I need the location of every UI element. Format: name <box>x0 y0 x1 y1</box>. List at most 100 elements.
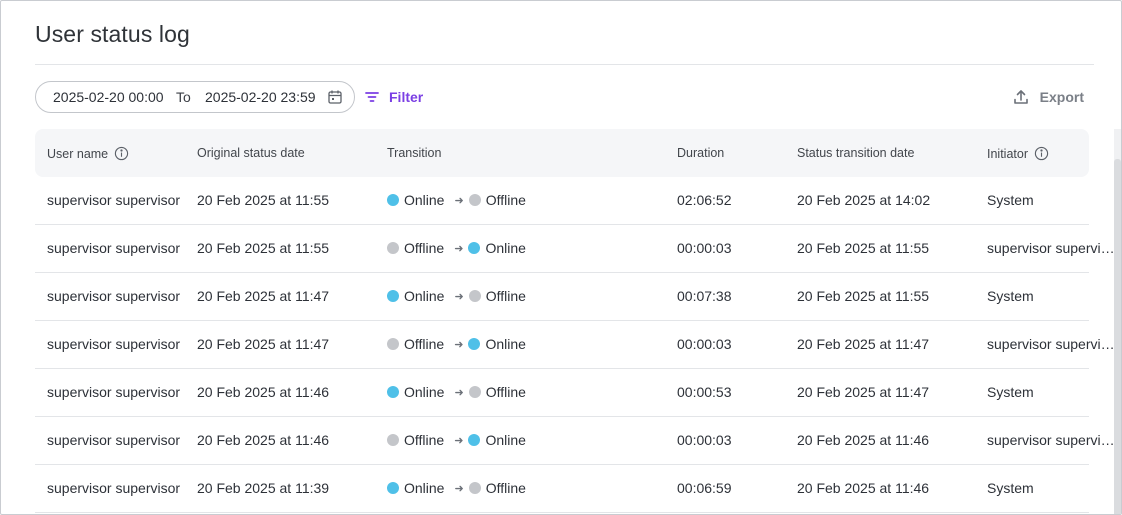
transition-from: Offline <box>404 240 445 256</box>
transition-from: Online <box>404 384 445 400</box>
status-log-table: User name Original status date Transitio… <box>35 129 1115 513</box>
cell-transition: Offline ➜ Online <box>387 240 647 256</box>
info-icon[interactable] <box>1034 146 1049 161</box>
transition-to: Offline <box>485 288 526 304</box>
cell-user-name: supervisor supervisor <box>47 384 181 400</box>
cell-duration: 00:00:03 <box>677 432 732 448</box>
cell-initiator: supervisor supervisor <box>987 336 1115 352</box>
cell-original-status-date: 20 Feb 2025 at 11:46 <box>197 384 330 400</box>
cell-transition: Offline ➜ Online <box>387 336 647 352</box>
filter-label: Filter <box>389 89 424 105</box>
status-dot-icon <box>468 194 481 206</box>
table-body: supervisor supervisor 20 Feb 2025 at 11:5… <box>35 177 1115 513</box>
cell-original-status-date: 20 Feb 2025 at 11:47 <box>197 288 330 304</box>
arrow-right-icon: ➜ <box>454 482 464 495</box>
transition-to: Offline <box>485 480 526 496</box>
upload-icon <box>1013 90 1028 104</box>
cell-original-status-date: 20 Feb 2025 at 11:47 <box>197 336 330 352</box>
transition-from: Offline <box>404 336 445 352</box>
cell-user-name: supervisor supervisor <box>47 336 181 352</box>
date-to-value[interactable]: 2025-02-20 23:59 <box>205 89 316 105</box>
vertical-scrollbar[interactable] <box>1114 129 1121 514</box>
table-row[interactable]: supervisor supervisor 20 Feb 2025 at 11:4… <box>35 369 1089 417</box>
cell-original-status-date: 20 Feb 2025 at 11:55 <box>197 192 330 208</box>
scrollbar-thumb[interactable] <box>1114 159 1121 514</box>
status-dot-icon <box>468 290 481 302</box>
cell-transition: Online ➜ Offline <box>387 480 647 496</box>
cell-original-status-date: 20 Feb 2025 at 11:55 <box>197 240 330 256</box>
header-duration: Duration <box>677 146 725 160</box>
transition-to: Online <box>485 336 526 352</box>
transition-to: Online <box>485 432 526 448</box>
arrow-right-icon: ➜ <box>454 194 464 207</box>
cell-user-name: supervisor supervisor <box>47 432 181 448</box>
status-dot-icon <box>387 194 399 206</box>
date-range-picker[interactable]: 2025-02-20 00:00 To 2025-02-20 23:59 <box>35 81 355 113</box>
calendar-icon[interactable] <box>327 89 343 105</box>
transition-to: Online <box>485 240 526 256</box>
transition-from: Online <box>404 288 445 304</box>
header-user-name-label: User name <box>47 146 109 161</box>
transition-from: Offline <box>404 432 445 448</box>
cell-status-transition-date: 20 Feb 2025 at 11:47 <box>797 336 930 352</box>
status-dot-icon <box>387 482 399 494</box>
status-dot-icon <box>387 386 399 398</box>
cell-original-status-date: 20 Feb 2025 at 11:46 <box>197 432 330 448</box>
transition-from: Online <box>404 480 445 496</box>
header-original-status-date: Original status date <box>197 146 305 160</box>
table-row[interactable]: supervisor supervisor 20 Feb 2025 at 11:4… <box>35 321 1115 369</box>
filter-button[interactable]: Filter <box>363 86 423 108</box>
cell-initiator: System <box>987 480 1034 496</box>
cell-user-name: supervisor supervisor <box>47 240 181 256</box>
cell-duration: 00:00:03 <box>677 240 732 256</box>
cell-transition: Online ➜ Offline <box>387 384 647 400</box>
header-initiator-label: Initiator <box>987 146 1028 161</box>
header-initiator: Initiator <box>987 146 1049 161</box>
transition-to: Offline <box>485 384 526 400</box>
status-dot-icon <box>387 290 399 302</box>
export-button[interactable]: Export <box>1012 86 1084 108</box>
cell-transition: Online ➜ Offline <box>387 192 647 208</box>
table-row[interactable]: supervisor supervisor 20 Feb 2025 at 11:4… <box>35 273 1089 321</box>
status-dot-icon <box>468 338 481 350</box>
title-divider <box>35 64 1094 65</box>
cell-initiator: System <box>987 192 1034 208</box>
cell-transition: Online ➜ Offline <box>387 288 647 304</box>
table-row[interactable]: supervisor supervisor 20 Feb 2025 at 11:5… <box>35 225 1115 273</box>
status-dot-icon <box>387 434 399 446</box>
table-header: User name Original status date Transitio… <box>35 129 1089 177</box>
arrow-right-icon: ➜ <box>454 242 464 255</box>
date-from-value[interactable]: 2025-02-20 00:00 <box>53 89 164 105</box>
user-status-log-panel: User status log 2025-02-20 00:00 To 2025… <box>0 0 1122 515</box>
cell-duration: 00:06:59 <box>677 480 732 496</box>
cell-initiator: supervisor supervisor <box>987 240 1115 256</box>
table-row[interactable]: supervisor supervisor 20 Feb 2025 at 11:5… <box>35 177 1089 225</box>
cell-duration: 00:07:38 <box>677 288 732 304</box>
cell-status-transition-date: 20 Feb 2025 at 11:55 <box>797 288 930 304</box>
cell-duration: 00:00:53 <box>677 384 732 400</box>
header-transition: Transition <box>387 146 442 160</box>
cell-status-transition-date: 20 Feb 2025 at 14:02 <box>797 192 931 208</box>
cell-duration: 02:06:52 <box>677 192 732 208</box>
cell-duration: 00:00:03 <box>677 336 732 352</box>
status-dot-icon <box>468 482 481 494</box>
filter-icon <box>365 92 379 102</box>
cell-status-transition-date: 20 Feb 2025 at 11:55 <box>797 240 930 256</box>
table-row[interactable]: supervisor supervisor 20 Feb 2025 at 11:3… <box>35 465 1089 513</box>
status-dot-icon <box>468 434 481 446</box>
cell-user-name: supervisor supervisor <box>47 288 181 304</box>
date-to-label: To <box>176 89 191 105</box>
arrow-right-icon: ➜ <box>454 290 464 303</box>
cell-status-transition-date: 20 Feb 2025 at 11:46 <box>797 480 930 496</box>
table-row[interactable]: supervisor supervisor 20 Feb 2025 at 11:4… <box>35 417 1115 465</box>
transition-to: Offline <box>485 192 526 208</box>
status-dot-icon <box>468 386 481 398</box>
cell-user-name: supervisor supervisor <box>47 192 181 208</box>
status-dot-icon <box>468 242 481 254</box>
arrow-right-icon: ➜ <box>454 434 464 447</box>
info-icon[interactable] <box>114 146 129 161</box>
arrow-right-icon: ➜ <box>454 338 464 351</box>
cell-status-transition-date: 20 Feb 2025 at 11:46 <box>797 432 930 448</box>
export-label: Export <box>1039 89 1084 105</box>
cell-user-name: supervisor supervisor <box>47 480 181 496</box>
